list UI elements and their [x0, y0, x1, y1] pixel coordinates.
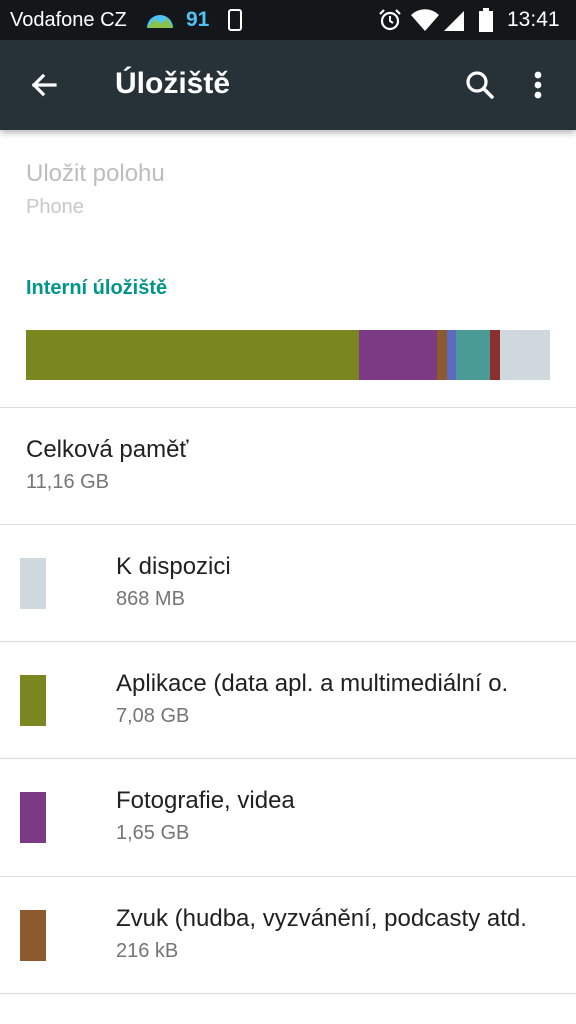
page-title: Úložiště	[115, 67, 231, 100]
usage-segment	[446, 330, 456, 380]
status-bar: Vodafone CZ 91 13:41	[0, 0, 576, 40]
app-bar: Úložiště	[0, 40, 576, 130]
category-label: Fotografie, videa	[116, 787, 295, 814]
category-item-photos-videos[interactable]: Fotografie, videa 1,65 GB	[0, 759, 576, 876]
color-swatch	[20, 910, 46, 961]
category-size: 1,65 GB	[116, 822, 190, 844]
internal-storage-header: Interní úložiště	[26, 277, 168, 299]
divider	[0, 993, 576, 994]
signal-icon	[444, 11, 464, 31]
storage-usage-bar	[26, 330, 550, 380]
total-storage-title: Celková paměť	[26, 436, 189, 463]
save-location-title: Uložit polohu	[26, 160, 165, 187]
search-icon[interactable]	[460, 65, 500, 105]
clock: 13:41	[507, 8, 560, 31]
phone-vibrate-icon	[228, 9, 242, 31]
alarm-icon	[379, 9, 401, 31]
category-item-apps[interactable]: Aplikace (data apl. a multimediální o. 7…	[0, 642, 576, 759]
category-label: K dispozici	[116, 553, 231, 580]
category-label: Aplikace (data apl. a multimediální o.	[116, 670, 509, 697]
total-storage-item[interactable]: Celková paměť 11,16 GB	[0, 408, 576, 524]
category-item-audio[interactable]: Zvuk (hudba, vyzvánění, podcasty atd. 21…	[0, 877, 576, 994]
back-arrow-icon[interactable]	[24, 65, 64, 105]
color-swatch	[20, 792, 46, 843]
wifi-icon	[411, 9, 439, 31]
usage-segment	[490, 330, 501, 380]
more-vert-icon[interactable]	[520, 65, 556, 105]
battery-percent: 91	[186, 8, 210, 31]
save-location-item[interactable]: Uložit polohu Phone	[0, 130, 576, 240]
storage-settings-list: Uložit polohu Phone Interní úložiště Cel…	[0, 130, 576, 1024]
category-label: Zvuk (hudba, vyzvánění, podcasty atd.	[116, 905, 527, 932]
category-size: 7,08 GB	[116, 705, 190, 727]
category-size: 868 MB	[116, 588, 185, 610]
category-size: 216 kB	[116, 940, 179, 962]
color-swatch	[20, 675, 46, 726]
usage-segment	[436, 330, 447, 380]
save-location-value: Phone	[26, 196, 84, 218]
usage-segment	[26, 330, 360, 380]
battery-icon	[479, 8, 493, 32]
color-swatch	[20, 558, 46, 609]
category-item-available[interactable]: K dispozici 868 MB	[0, 525, 576, 642]
weather-icon	[147, 15, 173, 28]
total-storage-value: 11,16 GB	[26, 471, 110, 493]
usage-segment	[455, 330, 491, 380]
usage-segment	[359, 330, 437, 380]
carrier-name: Vodafone CZ	[10, 9, 127, 31]
usage-segment	[500, 330, 550, 380]
